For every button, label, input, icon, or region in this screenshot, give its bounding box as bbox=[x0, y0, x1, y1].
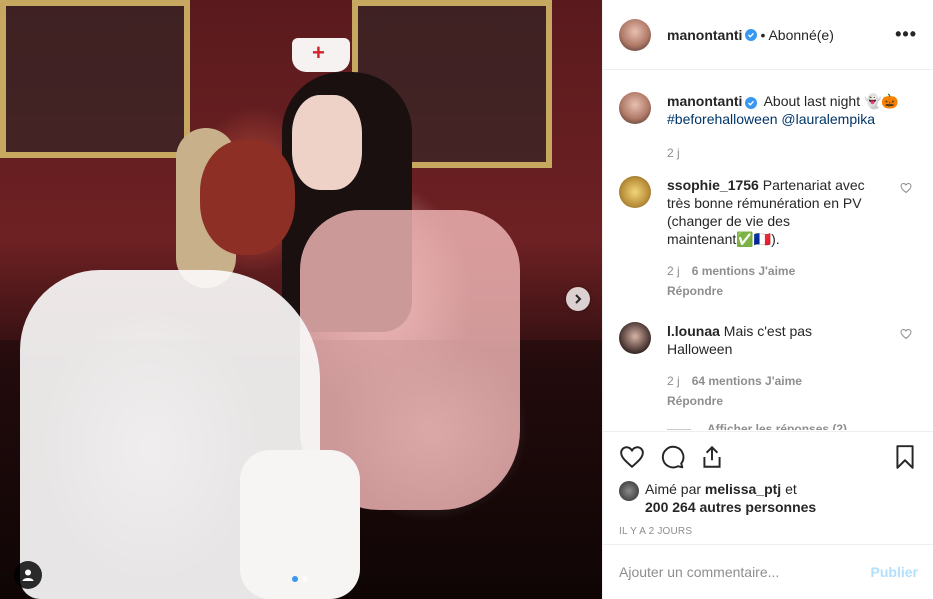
comment-icon[interactable] bbox=[659, 444, 685, 470]
carousel-indicator bbox=[292, 576, 308, 582]
post-header: manontanti • Abonné(e) ••• bbox=[603, 0, 933, 70]
commenter-avatar[interactable] bbox=[619, 176, 651, 208]
heart-icon[interactable] bbox=[619, 444, 645, 470]
liked-by-prefix: Aimé par bbox=[645, 481, 702, 497]
nurse-hat bbox=[292, 38, 350, 72]
post-time-ago[interactable]: IL Y A 2 JOURS bbox=[619, 526, 918, 537]
share-icon[interactable] bbox=[699, 444, 725, 470]
user-tag-icon bbox=[22, 569, 34, 581]
liked-by-mid: et bbox=[785, 481, 797, 497]
chevron-right-icon bbox=[575, 294, 582, 304]
liked-by: Aimé par melissa_ptj et 200 264 autres p… bbox=[619, 480, 918, 516]
verified-icon bbox=[745, 28, 758, 41]
comment-username[interactable]: l.lounaa bbox=[667, 323, 720, 339]
person-right-face bbox=[292, 95, 362, 190]
view-replies-button[interactable]: Afficher les réponses (2) bbox=[667, 422, 918, 430]
liked-by-user[interactable]: melissa_ptj bbox=[705, 481, 781, 497]
post-comment-button[interactable]: Publier bbox=[871, 564, 918, 580]
caption-time[interactable]: 2 j bbox=[667, 146, 680, 160]
reply-button[interactable]: Répondre bbox=[667, 282, 879, 300]
liker-avatar[interactable] bbox=[619, 481, 639, 501]
commenter-avatar[interactable] bbox=[619, 322, 651, 354]
author-username[interactable]: manontanti bbox=[667, 27, 742, 43]
comment-item: ssophie_1756 Partenariat avec très bonne… bbox=[619, 176, 918, 300]
follow-status[interactable]: • Abonné(e) bbox=[760, 27, 833, 43]
author-avatar[interactable] bbox=[619, 18, 651, 51]
comment-time[interactable]: 2 j bbox=[667, 264, 680, 278]
comment-item: l.lounaa Mais c'est pas Halloween 2 j 64 … bbox=[619, 322, 918, 410]
caption-hashtag[interactable]: #beforehalloween bbox=[667, 111, 778, 127]
add-comment-bar: Ajouter un commentaire... Publier bbox=[603, 544, 933, 599]
post-actions: Aimé par melissa_ptj et 200 264 autres p… bbox=[603, 431, 933, 537]
caption-username[interactable]: manontanti bbox=[667, 93, 742, 109]
comments-list[interactable]: manontanti About last night 👻🎃 #beforeha… bbox=[603, 70, 933, 430]
caption-text: About last night 👻🎃 bbox=[763, 93, 899, 109]
comment-username[interactable]: ssophie_1756 bbox=[667, 177, 759, 193]
heart-icon[interactable] bbox=[900, 328, 912, 340]
post-side-panel: manontanti • Abonné(e) ••• manontanti Ab… bbox=[602, 0, 933, 599]
user-tags-button[interactable] bbox=[14, 561, 42, 589]
verified-icon bbox=[745, 97, 758, 109]
bookmark-icon[interactable] bbox=[892, 444, 918, 470]
comment-likes[interactable]: 6 mentions J'aime bbox=[692, 264, 796, 278]
carousel-dot-active bbox=[292, 576, 298, 582]
caption-mention[interactable]: @lauralempika bbox=[781, 111, 875, 127]
next-slide-button[interactable] bbox=[566, 287, 590, 311]
comment-input[interactable]: Ajouter un commentaire... bbox=[619, 564, 779, 580]
comment-time[interactable]: 2 j bbox=[667, 374, 680, 388]
heart-icon[interactable] bbox=[900, 182, 912, 194]
post-photo[interactable] bbox=[0, 0, 602, 599]
reply-button[interactable]: Répondre bbox=[667, 392, 879, 410]
more-options-button[interactable]: ••• bbox=[895, 24, 917, 45]
carousel-dot bbox=[302, 576, 308, 582]
person-left-face bbox=[200, 140, 295, 255]
caption: manontanti About last night 👻🎃 #beforeha… bbox=[619, 92, 918, 162]
liked-by-others[interactable]: 200 264 autres personnes bbox=[645, 499, 816, 515]
wall-frame-left bbox=[0, 0, 190, 158]
comment-likes[interactable]: 64 mentions J'aime bbox=[692, 374, 802, 388]
caption-avatar[interactable] bbox=[619, 92, 651, 124]
